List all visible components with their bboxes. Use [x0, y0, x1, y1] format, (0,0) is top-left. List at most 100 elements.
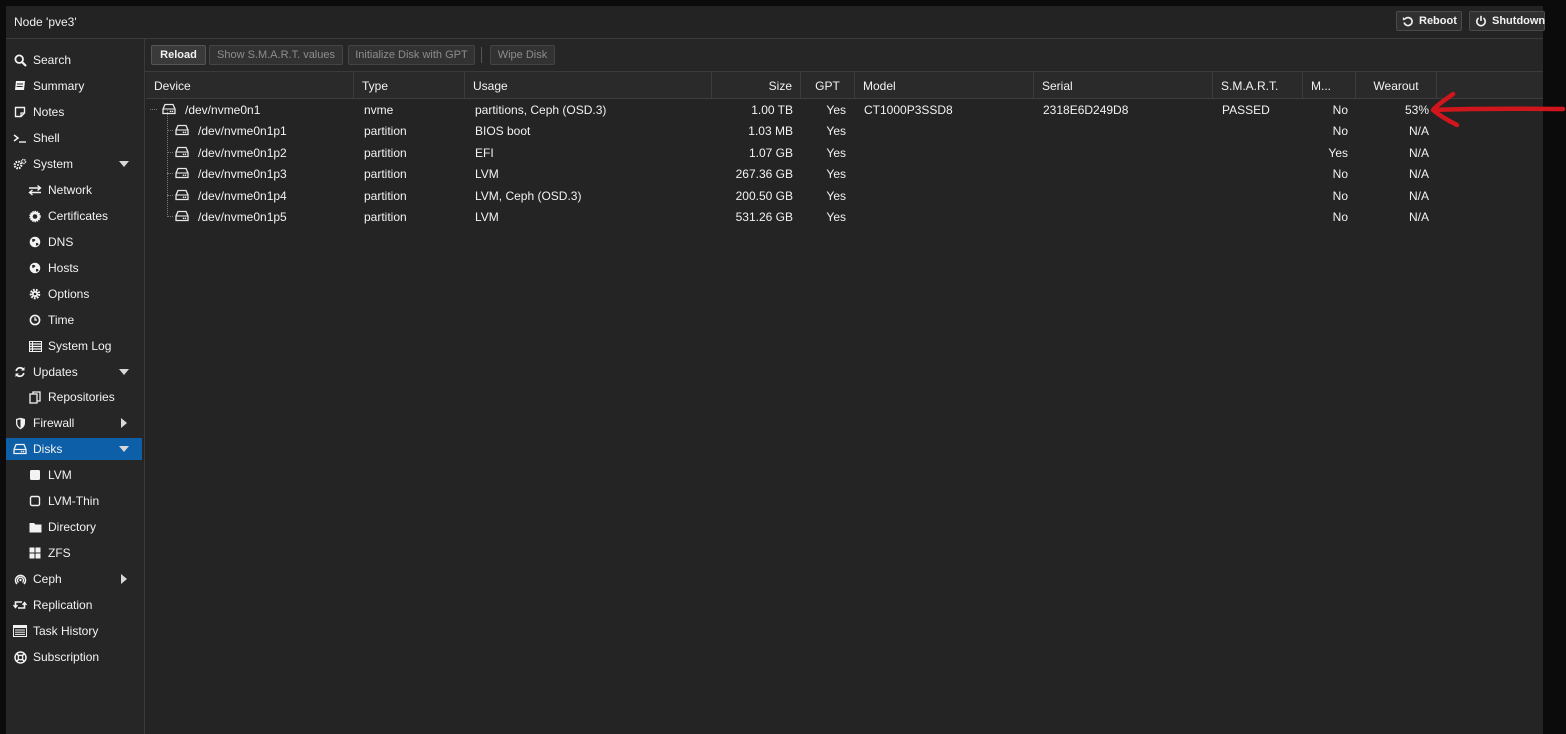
- annotation-arrow: [1430, 91, 1565, 128]
- sidebar: Search Summary Notes Shell System Network Cert…: [6, 39, 145, 734]
- sidebar-item-lvm[interactable]: LVM: [6, 464, 142, 486]
- sidebar-item-repositories[interactable]: Repositories: [6, 386, 142, 408]
- usage-cell: partitions, Ceph (OSD.3): [475, 103, 607, 117]
- device-cell: /dev/nvme0n1: [185, 103, 261, 117]
- partition-row[interactable]: /dev/nvme0n1p4 partition LVM, Ceph (OSD.3)…: [146, 185, 1543, 206]
- sidebar-item-search[interactable]: Search: [6, 49, 142, 71]
- tree-connector: [167, 195, 173, 197]
- sidebar-item-replication[interactable]: Replication: [6, 594, 142, 616]
- globe-icon: [28, 235, 42, 249]
- power-icon: [1475, 15, 1487, 27]
- partition-row[interactable]: /dev/nvme0n1p2 partition EFI 1.07 GB Yes Yes N…: [146, 142, 1543, 163]
- column-serial[interactable]: Serial: [1034, 72, 1213, 98]
- sidebar-item-label: Repositories: [48, 390, 115, 404]
- chevron-down-icon[interactable]: [118, 443, 130, 455]
- sidebar-item-label: System: [33, 157, 74, 171]
- sidebar-item-label: Disks: [33, 442, 63, 456]
- sidebar-item-system-log[interactable]: System Log: [6, 335, 142, 357]
- chevron-right-icon[interactable]: [118, 417, 130, 429]
- sidebar-item-label: LVM: [48, 468, 72, 482]
- partition-row[interactable]: /dev/nvme0n1p5 partition LVM 531.26 GB Yes No…: [146, 206, 1543, 227]
- device-cell: /dev/nvme0n1p3: [198, 167, 287, 181]
- sidebar-item-ceph[interactable]: Ceph: [6, 568, 142, 590]
- sidebar-item-notes[interactable]: Notes: [6, 101, 142, 123]
- collapse-toggle[interactable]: [150, 109, 157, 111]
- usage-cell: LVM, Ceph (OSD.3): [475, 189, 582, 203]
- sidebar-item-label: Summary: [33, 79, 85, 93]
- mounted-cell: No: [1332, 103, 1348, 117]
- sidebar-item-summary[interactable]: Summary: [6, 75, 142, 97]
- sidebar-item-system[interactable]: System: [6, 153, 142, 175]
- disks-panel: Reload Show S.M.A.R.T. values Initialize…: [145, 39, 1543, 734]
- size-cell: 1.00 TB: [751, 103, 793, 117]
- sidebar-item-certificates[interactable]: Certificates: [6, 205, 142, 227]
- sidebar-item-disks[interactable]: Disks: [6, 438, 142, 460]
- show-smart-button[interactable]: Show S.M.A.R.T. values: [209, 45, 343, 65]
- sidebar-item-label: Hosts: [48, 261, 79, 275]
- column-wearout[interactable]: Wearout: [1356, 72, 1437, 98]
- chevron-right-icon[interactable]: [118, 573, 130, 585]
- chevron-down-icon[interactable]: [118, 158, 130, 170]
- column-type[interactable]: Type: [354, 72, 465, 98]
- initialize-gpt-button[interactable]: Initialize Disk with GPT: [348, 45, 475, 65]
- gears-icon: [13, 157, 27, 171]
- sidebar-item-options[interactable]: Options: [6, 283, 142, 305]
- wearout-cell: N/A: [1408, 210, 1429, 224]
- notes-icon: [13, 105, 27, 119]
- column-gpt[interactable]: GPT: [801, 72, 855, 98]
- sidebar-item-subscription[interactable]: Subscription: [6, 646, 142, 668]
- grid-header: Device Type Usage Size GPT Model Serial …: [146, 72, 1543, 99]
- sidebar-item-task-history[interactable]: Task History: [6, 620, 142, 642]
- sidebar-item-directory[interactable]: Directory: [6, 516, 142, 538]
- sidebar-item-label: Firewall: [33, 416, 75, 430]
- wearout-cell: N/A: [1408, 167, 1429, 181]
- mounted-cell: No: [1332, 167, 1348, 181]
- reload-button[interactable]: Reload: [151, 45, 206, 65]
- sidebar-item-zfs[interactable]: ZFS: [6, 542, 142, 564]
- files-icon: [28, 390, 42, 404]
- column-model[interactable]: Model: [855, 72, 1034, 98]
- column-device[interactable]: Device: [146, 72, 354, 98]
- size-cell: 1.03 MB: [748, 124, 793, 138]
- partition-row[interactable]: /dev/nvme0n1p3 partition LVM 267.36 GB Yes No…: [146, 163, 1543, 184]
- sidebar-item-firewall[interactable]: Firewall: [6, 412, 142, 434]
- title-bar: Node 'pve3' Reboot Shutdown: [6, 6, 1545, 39]
- hdd-icon: [175, 189, 189, 201]
- list-alt-icon: [13, 624, 27, 638]
- usage-cell: BIOS boot: [475, 124, 531, 138]
- sidebar-item-hosts[interactable]: Hosts: [6, 257, 142, 279]
- column-smart[interactable]: S.M.A.R.T.: [1213, 72, 1303, 98]
- type-cell: partition: [364, 124, 407, 138]
- reboot-button[interactable]: Reboot: [1396, 11, 1462, 31]
- size-cell: 200.50 GB: [735, 189, 793, 203]
- column-size[interactable]: Size: [712, 72, 801, 98]
- sidebar-item-label: Time: [48, 313, 75, 327]
- sidebar-item-time[interactable]: Time: [6, 309, 142, 331]
- column-mounted[interactable]: M...: [1303, 72, 1356, 98]
- shutdown-button[interactable]: Shutdown: [1469, 11, 1545, 31]
- ceph-icon: [13, 572, 27, 586]
- chevron-down-icon[interactable]: [118, 366, 130, 378]
- hdd-icon: [13, 442, 27, 456]
- shutdown-label: Shutdown: [1492, 15, 1546, 27]
- shield-icon: [13, 416, 27, 430]
- clock-icon: [28, 313, 42, 327]
- partition-row[interactable]: /dev/nvme0n1p1 partition BIOS boot 1.03 MB Y…: [146, 120, 1543, 141]
- sidebar-item-label: Network: [48, 183, 93, 197]
- type-cell: partition: [364, 167, 407, 181]
- size-cell: 531.26 GB: [735, 210, 793, 224]
- sidebar-item-shell[interactable]: Shell: [6, 127, 142, 149]
- gpt-cell: Yes: [826, 189, 846, 203]
- column-usage[interactable]: Usage: [465, 72, 712, 98]
- sidebar-item-updates[interactable]: Updates: [6, 361, 142, 383]
- tree-connector: [167, 173, 173, 175]
- disk-row[interactable]: /dev/nvme0n1 nvme partitions, Ceph (OSD.3)…: [146, 99, 1543, 120]
- sidebar-item-lvm-thin[interactable]: LVM-Thin: [6, 490, 142, 512]
- sidebar-item-dns[interactable]: DNS: [6, 231, 142, 253]
- wearout-cell: 53%: [1404, 103, 1429, 117]
- serial-cell: 2318E6D249D8: [1043, 103, 1129, 117]
- sidebar-item-network[interactable]: Network: [6, 179, 142, 201]
- wipe-disk-button[interactable]: Wipe Disk: [490, 45, 555, 65]
- retweet-icon: [13, 598, 27, 612]
- app-window: Node 'pve3' Reboot Shutdown Search Summar…: [6, 6, 1545, 734]
